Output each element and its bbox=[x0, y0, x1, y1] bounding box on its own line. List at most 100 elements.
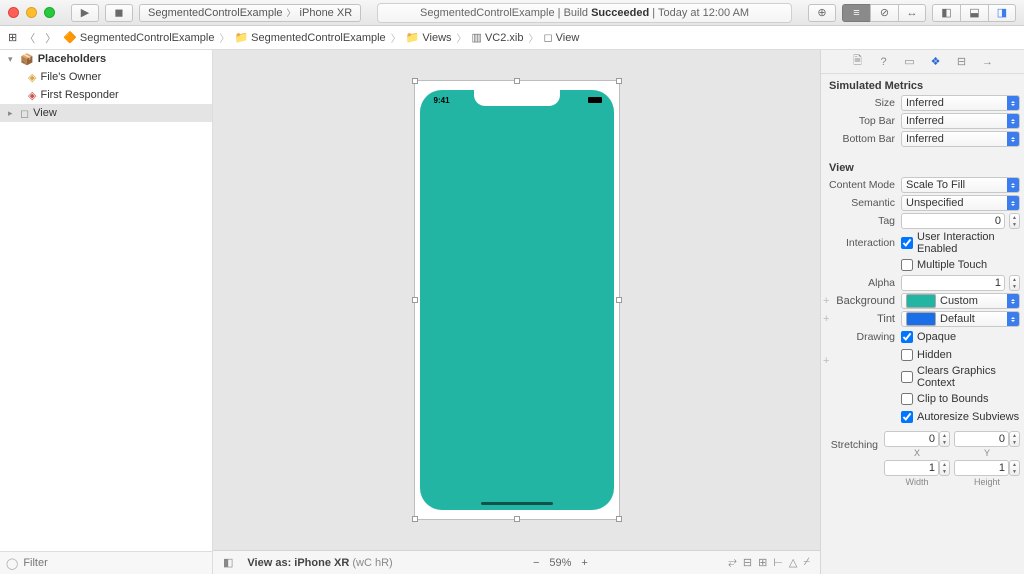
jump-seg-4[interactable]: ◻View bbox=[543, 31, 579, 44]
swift-file-icon: 🔶 bbox=[63, 31, 77, 44]
placeholders-icon: 📦 bbox=[20, 53, 34, 66]
version-editor-button[interactable]: ↔ bbox=[898, 4, 926, 22]
update-frames-icon[interactable]: ⥂ bbox=[728, 556, 737, 569]
bottombar-popup[interactable]: Inferred bbox=[901, 131, 1020, 147]
stretch-h-field[interactable]: 1 bbox=[954, 460, 1009, 476]
outline-group-placeholders[interactable]: ▾ 📦 Placeholders bbox=[0, 50, 212, 68]
activity-status: SegmentedControlExample | Build Succeede… bbox=[377, 3, 792, 23]
attributes-inspector-tab[interactable]: ❖ bbox=[929, 55, 943, 69]
embed-in-icon[interactable]: ⌿ bbox=[803, 556, 810, 569]
toggle-navigator-button[interactable]: ◧ bbox=[932, 4, 960, 22]
tint-swatch bbox=[906, 312, 936, 326]
help-inspector-tab[interactable]: ? bbox=[877, 55, 891, 69]
identity-inspector-tab[interactable]: ▭ bbox=[903, 55, 917, 69]
related-items-icon[interactable]: ⊞ bbox=[8, 31, 17, 44]
zoom-in-button[interactable]: + bbox=[581, 557, 587, 569]
outline-files-owner[interactable]: ◈ File's Owner bbox=[0, 68, 212, 86]
size-inspector-tab[interactable]: ⊟ bbox=[955, 55, 969, 69]
clip-checkbox[interactable]: Clip to Bounds bbox=[901, 393, 989, 405]
zoom-level: 59% bbox=[549, 557, 571, 569]
resolve-icon[interactable]: △ bbox=[789, 556, 797, 569]
view-as-label[interactable]: View as: iPhone XR bbox=[247, 557, 349, 569]
tag-field[interactable]: 0 bbox=[901, 213, 1005, 229]
tint-popup[interactable]: Default bbox=[901, 311, 1020, 327]
close-window-button[interactable] bbox=[8, 7, 19, 18]
library-button[interactable]: ⊕ bbox=[808, 4, 836, 22]
inspector-tabs: 🗎 ? ▭ ❖ ⊟ → bbox=[821, 50, 1024, 74]
alpha-field[interactable]: 1 bbox=[901, 275, 1005, 291]
cube-icon: ◈ bbox=[28, 89, 36, 102]
editor-mode-group: ≡ ⊘ ↔ bbox=[842, 4, 926, 22]
zoom-window-button[interactable] bbox=[44, 7, 55, 18]
outline-view[interactable]: ▸ ◻ View bbox=[0, 104, 212, 122]
stop-button[interactable]: ◼ bbox=[105, 4, 133, 22]
assistant-editor-button[interactable]: ⊘ bbox=[870, 4, 898, 22]
contentmode-popup[interactable]: Scale To Fill bbox=[901, 177, 1020, 193]
canvas-tools: ⥂ ⊟ ⊞ ⊢ △ ⌿ bbox=[728, 556, 810, 569]
multiple-touch-checkbox[interactable]: Multiple Touch bbox=[901, 259, 987, 271]
outline-tree[interactable]: ▾ 📦 Placeholders ◈ File's Owner ◈ First … bbox=[0, 50, 212, 551]
jump-seg-2[interactable]: 📁Views bbox=[406, 31, 452, 44]
user-interaction-checkbox[interactable]: User Interaction Enabled bbox=[901, 231, 1020, 255]
stretch-w-field[interactable]: 1 bbox=[884, 460, 939, 476]
opaque-checkbox[interactable]: Opaque bbox=[901, 331, 956, 343]
topbar-popup[interactable]: Inferred bbox=[901, 113, 1020, 129]
canvas-footer: ◧ View as: iPhone XR (wC hR) − 59% + ⥂ ⊟… bbox=[213, 550, 820, 574]
notch bbox=[474, 90, 560, 106]
panel-toggle-group: ◧ ⬓ ◨ bbox=[932, 4, 1016, 22]
window-controls bbox=[8, 7, 55, 18]
document-outline: ▾ 📦 Placeholders ◈ File's Owner ◈ First … bbox=[0, 50, 213, 574]
alpha-stepper[interactable]: ▲▼ bbox=[1009, 275, 1020, 291]
home-indicator bbox=[481, 502, 553, 505]
tag-stepper[interactable]: ▲▼ bbox=[1009, 213, 1020, 229]
jump-bar: ⊞ 〈 〉 🔶SegmentedControlExample 〉 📁Segmen… bbox=[0, 26, 1024, 50]
hidden-checkbox[interactable]: Hidden bbox=[901, 349, 952, 361]
chevron-right-icon: 〉 bbox=[528, 30, 538, 45]
jump-seg-1[interactable]: 📁SegmentedControlExample bbox=[234, 31, 385, 44]
embed-icon[interactable]: ⊟ bbox=[743, 556, 752, 569]
folder-icon: 📁 bbox=[406, 31, 420, 44]
scheme-target: SegmentedControlExample bbox=[148, 7, 283, 19]
minimize-window-button[interactable] bbox=[26, 7, 37, 18]
outline-filter-input[interactable] bbox=[23, 557, 206, 569]
toggle-inspector-button[interactable]: ◨ bbox=[988, 4, 1016, 22]
background-popup[interactable]: Custom bbox=[901, 293, 1020, 309]
inspector-panel: 🗎 ? ▭ ❖ ⊟ → Simulated Metrics SizeInferr… bbox=[820, 50, 1024, 574]
toggle-outline-icon[interactable]: ◧ bbox=[223, 556, 233, 569]
selected-view-bounds[interactable]: 9:41 bbox=[414, 80, 620, 520]
view-icon: ◻ bbox=[543, 31, 552, 44]
disclosure-triangle-icon[interactable]: ▸ bbox=[8, 108, 16, 119]
ib-canvas[interactable]: 9:41 bbox=[213, 50, 820, 550]
view-icon: ◻ bbox=[20, 107, 29, 120]
main-split: ▾ 📦 Placeholders ◈ File's Owner ◈ First … bbox=[0, 50, 1024, 574]
back-button[interactable]: 〈 bbox=[21, 30, 38, 46]
disclosure-triangle-icon[interactable]: ▾ bbox=[8, 54, 16, 65]
align-icon[interactable]: ⊞ bbox=[758, 556, 767, 569]
folder-icon: 📁 bbox=[234, 31, 248, 44]
stretch-x-field[interactable]: 0 bbox=[884, 431, 939, 447]
scheme-selector[interactable]: SegmentedControlExample 〉 iPhone XR bbox=[139, 4, 361, 22]
stretch-y-field[interactable]: 0 bbox=[954, 431, 1009, 447]
section-view: View bbox=[821, 156, 1024, 176]
zoom-out-button[interactable]: − bbox=[533, 557, 539, 569]
chevron-right-icon: 〉 bbox=[287, 6, 296, 19]
file-inspector-tab[interactable]: 🗎 bbox=[851, 55, 865, 69]
toggle-debug-button[interactable]: ⬓ bbox=[960, 4, 988, 22]
run-button[interactable]: ▶ bbox=[71, 4, 99, 22]
size-popup[interactable]: Inferred bbox=[901, 95, 1020, 111]
inspector-content[interactable]: Simulated Metrics SizeInferred Top BarIn… bbox=[821, 74, 1024, 574]
autoresize-checkbox[interactable]: Autoresize Subviews bbox=[901, 411, 1019, 423]
semantic-popup[interactable]: Unspecified bbox=[901, 195, 1020, 211]
chevron-right-icon: 〉 bbox=[457, 30, 467, 45]
jump-seg-3[interactable]: ▥VC2.xib bbox=[472, 31, 524, 44]
chevron-right-icon: 〉 bbox=[219, 30, 229, 45]
battery-icon bbox=[588, 97, 602, 103]
forward-button[interactable]: 〉 bbox=[42, 30, 59, 46]
jump-seg-0[interactable]: 🔶SegmentedControlExample bbox=[63, 31, 214, 44]
connections-inspector-tab[interactable]: → bbox=[981, 55, 995, 69]
standard-editor-button[interactable]: ≡ bbox=[842, 4, 870, 22]
pin-icon[interactable]: ⊢ bbox=[773, 556, 783, 569]
outline-first-responder[interactable]: ◈ First Responder bbox=[0, 86, 212, 104]
titlebar: ▶ ◼ SegmentedControlExample 〉 iPhone XR … bbox=[0, 0, 1024, 26]
clears-checkbox[interactable]: Clears Graphics Context bbox=[901, 365, 1020, 389]
